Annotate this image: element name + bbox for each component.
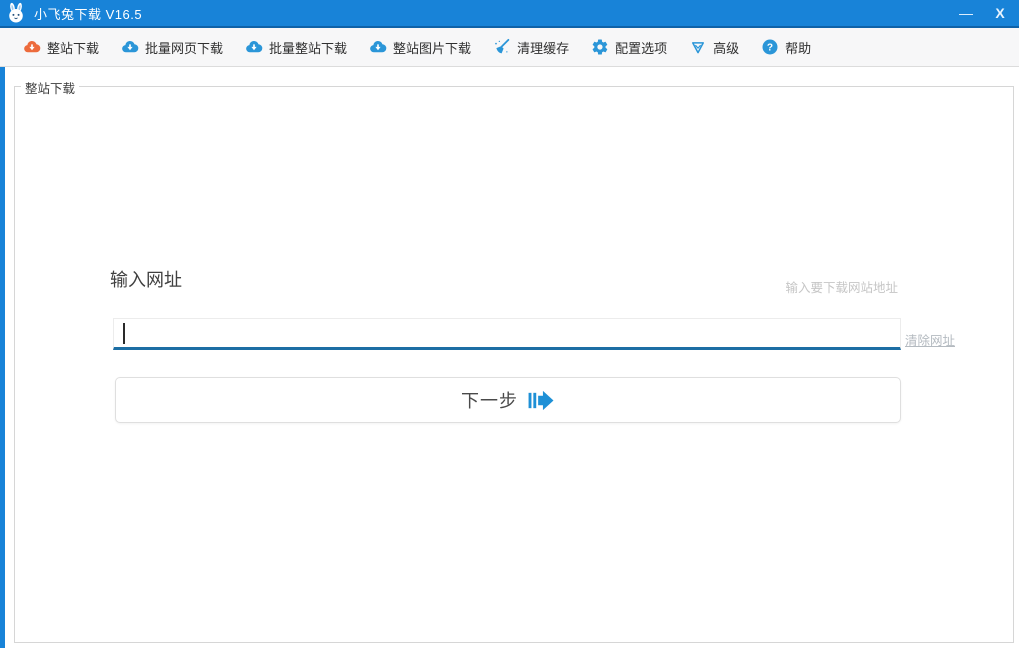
toolbar-item-label: 帮助: [785, 38, 811, 57]
diamond-badge-icon: [689, 38, 707, 56]
cloud-download-icon: [369, 38, 387, 56]
toolbar-item-label: 批量网页下载: [145, 38, 223, 57]
window-title: 小飞兔下载 V16.5: [34, 4, 142, 23]
url-input[interactable]: [114, 319, 900, 347]
toolbar-item-advanced[interactable]: 高级: [678, 32, 750, 63]
toolbar-item-label: 批量整站下载: [269, 38, 347, 57]
url-input-label: 输入网址: [110, 266, 182, 292]
toolbar-item-whole-site-download[interactable]: 整站下载: [12, 32, 110, 63]
clear-url-link[interactable]: 清除网址: [905, 330, 955, 349]
svg-text:?: ?: [767, 43, 773, 54]
cloud-download-icon: [245, 38, 263, 56]
window-left-border: [0, 0, 5, 648]
toolbar-item-label: 整站图片下载: [393, 38, 471, 57]
toolbar-item-batch-site-download[interactable]: 批量整站下载: [234, 32, 358, 63]
groupbox-whole-site-download: 整站下载: [14, 86, 1014, 643]
next-step-button[interactable]: 下一步: [115, 377, 901, 423]
minimize-button[interactable]: —: [949, 0, 983, 26]
gear-icon: [591, 38, 609, 56]
window-controls: — X: [949, 0, 1019, 26]
rabbit-app-icon: [5, 2, 27, 24]
url-hint-text: 输入要下载网站地址: [785, 277, 898, 296]
toolbar: 整站下载 批量网页下载 批量整站下载 整站图片下载 清理缓存: [0, 28, 1019, 67]
url-input-container: [113, 318, 901, 350]
cloud-download-icon: [121, 38, 139, 56]
text-caret: [123, 323, 125, 344]
toolbar-item-options[interactable]: 配置选项: [580, 32, 678, 63]
toolbar-item-label: 整站下载: [47, 38, 99, 57]
help-circle-icon: ?: [761, 38, 779, 56]
next-step-label: 下一步: [461, 387, 518, 413]
toolbar-item-site-image-download[interactable]: 整站图片下载: [358, 32, 482, 63]
toolbar-item-help[interactable]: ? 帮助: [750, 32, 822, 63]
toolbar-item-batch-webpage-download[interactable]: 批量网页下载: [110, 32, 234, 63]
titlebar: 小飞兔下载 V16.5 — X: [0, 0, 1019, 28]
toolbar-item-clear-cache[interactable]: 清理缓存: [482, 32, 580, 63]
groupbox-label: 整站下载: [21, 78, 79, 97]
next-arrow-icon: [528, 389, 555, 412]
toolbar-item-label: 清理缓存: [517, 38, 569, 57]
toolbar-item-label: 高级: [713, 38, 739, 57]
cloud-download-icon: [23, 38, 41, 56]
close-button[interactable]: X: [983, 0, 1017, 26]
broom-icon: [493, 38, 511, 56]
toolbar-item-label: 配置选项: [615, 38, 667, 57]
